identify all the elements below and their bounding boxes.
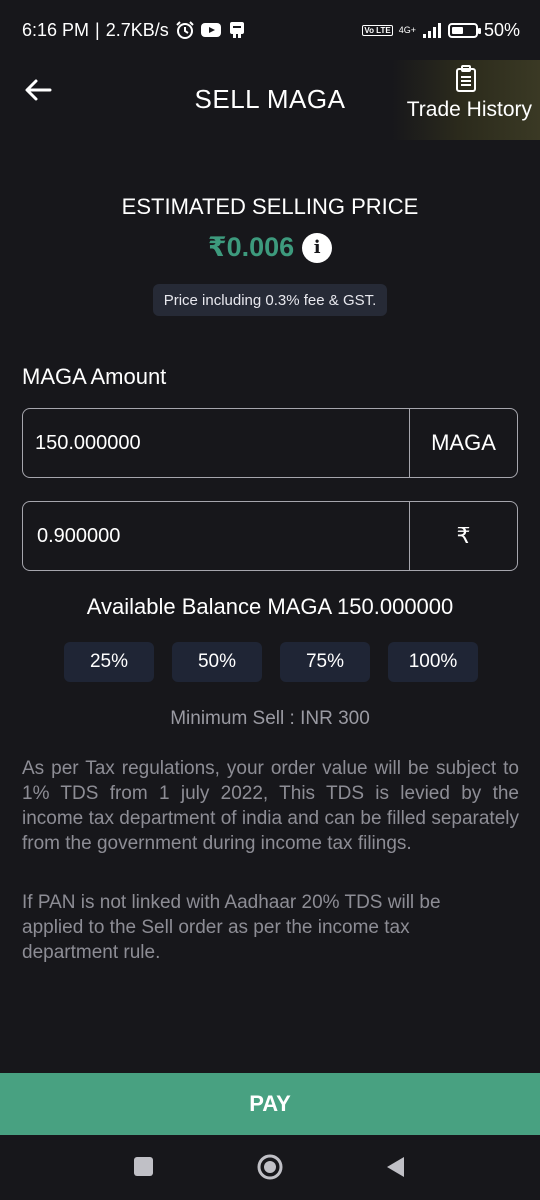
pay-button[interactable]: PAY [0, 1073, 540, 1135]
status-bar: 6:16 PM | 2.7KB/s Vo LTE 4G+ 50% [0, 0, 540, 60]
recents-icon[interactable] [134, 1157, 153, 1176]
status-separator: | [95, 19, 100, 40]
notification-icon [227, 20, 247, 40]
percent-50-button[interactable]: 50% [172, 642, 262, 682]
info-icon[interactable]: i [302, 232, 333, 263]
percent-buttons: 25% 50% 75% 100% [64, 642, 478, 682]
percent-75-button[interactable]: 75% [280, 642, 370, 682]
rupee-unit-label: ₹ [409, 502, 517, 570]
signal-icon [422, 22, 442, 38]
status-time: 6:16 PM [22, 19, 90, 40]
alarm-icon [175, 20, 195, 40]
crypto-amount-field[interactable]: 150.000000 MAGA [22, 408, 518, 478]
network-type: 4G+ [398, 24, 416, 35]
youtube-icon [200, 22, 221, 38]
estimated-price-title: ESTIMATED SELLING PRICE [121, 194, 419, 219]
status-left: 6:16 PM | 2.7KB/s [22, 20, 247, 41]
crypto-amount-input[interactable]: 150.000000 [23, 409, 409, 477]
battery-percent: 50% [483, 19, 520, 40]
trade-history-button[interactable]: Trade History [392, 60, 540, 140]
fee-note-chip: Price including 0.3% fee & GST. [153, 284, 387, 316]
pan-note: If PAN is not linked with Aadhaar 20% TD… [22, 892, 441, 963]
amount-label: MAGA Amount [22, 364, 167, 389]
crypto-unit-label: MAGA [409, 409, 517, 477]
percent-100-button[interactable]: 100% [388, 642, 478, 682]
battery-fill [451, 26, 463, 34]
status-speed: 2.7KB/s [105, 19, 169, 40]
inr-amount-field[interactable]: 0.900000 ₹ [22, 501, 518, 571]
trade-history-label: Trade History [406, 98, 532, 121]
estimated-price-value: ₹0.006 [207, 232, 295, 262]
system-nav-bar [0, 1135, 540, 1200]
clipboard-icon [456, 65, 476, 92]
battery-icon [447, 22, 481, 38]
percent-25-button[interactable]: 25% [64, 642, 154, 682]
price-row: ₹0.006 i [0, 232, 540, 263]
header: SELL MAGA Trade History [0, 60, 540, 140]
available-balance: Available Balance MAGA 150.000000 [86, 594, 454, 619]
tax-note: As per Tax regulations, your order value… [22, 758, 519, 854]
volte-badge: Vo LTE [362, 24, 393, 36]
status-right: Vo LTE 4G+ 50% [362, 20, 520, 41]
inr-amount-input[interactable]: 0.900000 [23, 502, 409, 570]
minimum-sell: Minimum Sell : INR 300 [170, 708, 370, 729]
back-icon[interactable] [384, 1155, 406, 1179]
home-icon[interactable] [256, 1153, 284, 1181]
